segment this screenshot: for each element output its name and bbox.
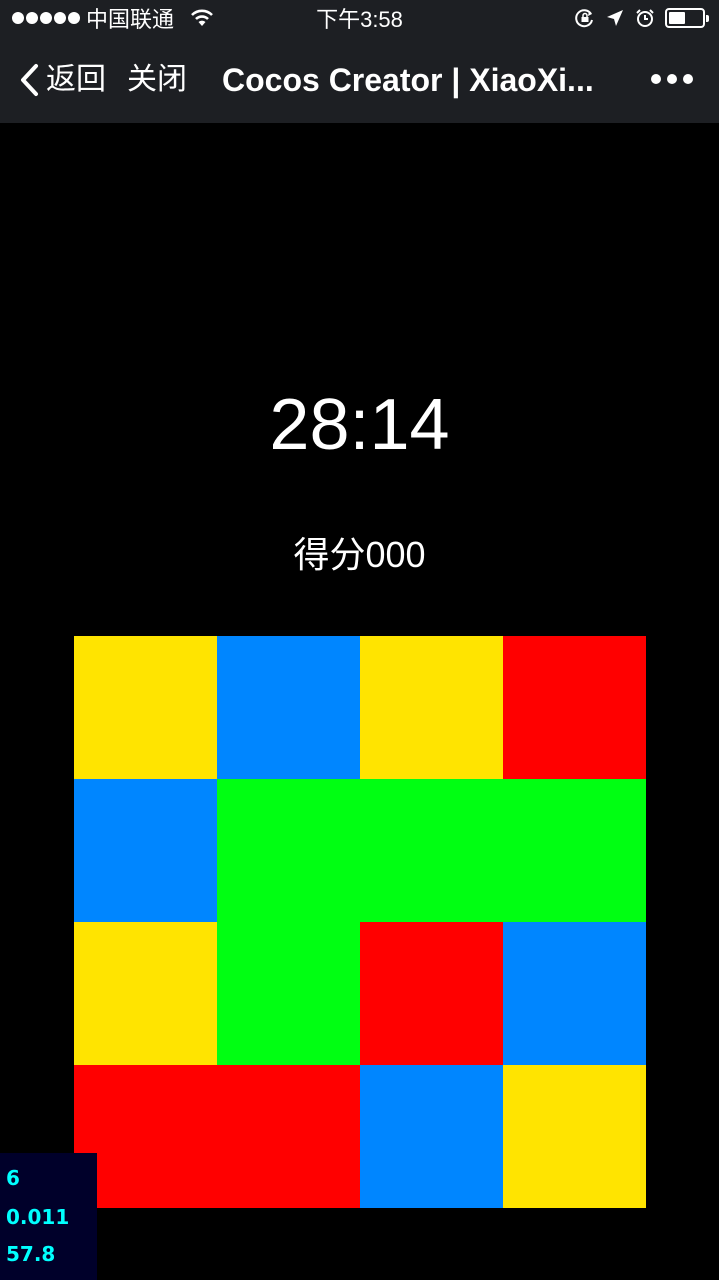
game-board[interactable] <box>74 636 646 1208</box>
tile-blue[interactable] <box>217 636 360 779</box>
tile-yellow[interactable] <box>74 922 217 1065</box>
tile-green[interactable] <box>360 779 503 922</box>
tile-red[interactable] <box>503 636 646 779</box>
tile-red[interactable] <box>360 922 503 1065</box>
nav-bar: 返回 关闭 Cocos Creator | XiaoXi... <box>0 40 719 123</box>
close-button[interactable]: 关闭 <box>127 60 187 100</box>
stat-draw-calls: 6 <box>6 1166 20 1190</box>
page-title: Cocos Creator | XiaoXi... <box>222 62 594 98</box>
tile-red[interactable] <box>217 1065 360 1208</box>
tile-yellow[interactable] <box>360 636 503 779</box>
debug-stats: 6 0.011 57.8 <box>0 1153 97 1280</box>
stat-fps: 57.8 <box>6 1242 56 1266</box>
status-bar: 中国联通 下午3:58 <box>0 0 719 40</box>
status-icons <box>575 8 709 28</box>
score-display: 得分000 <box>0 530 719 580</box>
game-timer: 28:14 <box>269 385 450 465</box>
back-button[interactable]: 返回 <box>18 60 106 100</box>
tile-blue[interactable] <box>74 779 217 922</box>
tile-green[interactable] <box>217 922 360 1065</box>
tile-blue[interactable] <box>503 922 646 1065</box>
orientation-lock-icon <box>575 9 593 28</box>
stat-frame-time: 0.011 <box>6 1205 70 1229</box>
tile-yellow[interactable] <box>74 636 217 779</box>
chevron-left-icon <box>21 64 38 96</box>
tile-green[interactable] <box>503 779 646 922</box>
battery-icon <box>665 8 709 28</box>
back-label: 返回 <box>46 63 106 96</box>
top-bar: 中国联通 下午3:58 返回 关闭 Cocos Creator | XiaoXi… <box>0 0 719 123</box>
score-value: 000 <box>365 534 426 575</box>
tile-blue[interactable] <box>360 1065 503 1208</box>
alarm-icon <box>636 9 654 27</box>
more-icon <box>651 74 693 84</box>
location-icon <box>607 10 623 26</box>
score-label: 得分 <box>293 534 366 575</box>
tile-yellow[interactable] <box>503 1065 646 1208</box>
tile-green[interactable] <box>217 779 360 922</box>
more-button[interactable] <box>651 74 693 84</box>
